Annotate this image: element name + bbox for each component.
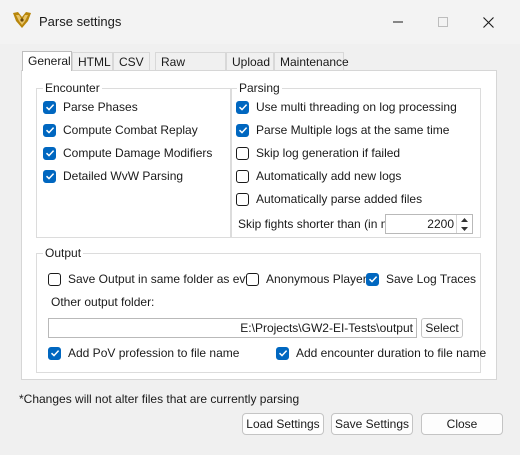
checkbox-checked-icon bbox=[43, 169, 56, 183]
spinner bbox=[456, 215, 472, 233]
minimize-button[interactable] bbox=[375, 0, 421, 44]
checkbox-checked-icon bbox=[43, 100, 56, 114]
maximize-button[interactable] bbox=[420, 0, 466, 44]
save-log-traces-checkbox[interactable]: Save Log Traces bbox=[366, 271, 476, 287]
maximize-icon bbox=[438, 17, 448, 27]
minimize-icon bbox=[393, 21, 403, 23]
skip-fights-value: 2200 bbox=[427, 217, 454, 231]
checkbox-unchecked-icon bbox=[246, 272, 259, 286]
auto-parse-files-label: Automatically parse added files bbox=[256, 192, 423, 206]
compute-damage-modifiers-checkbox[interactable]: Compute Damage Modifiers bbox=[43, 145, 212, 161]
checkbox-unchecked-icon bbox=[236, 192, 249, 206]
checkbox-checked-icon bbox=[43, 123, 56, 137]
tab-csv[interactable]: CSV bbox=[113, 52, 150, 70]
multi-threading-checkbox[interactable]: Use multi threading on log processing bbox=[236, 99, 457, 115]
parse-multiple-logs-label: Parse Multiple logs at the same time bbox=[256, 123, 450, 137]
parsing-group-title: Parsing bbox=[237, 81, 282, 95]
tab-html[interactable]: HTML bbox=[72, 52, 113, 70]
checkbox-checked-icon bbox=[366, 272, 379, 286]
checkbox-checked-icon bbox=[236, 100, 249, 114]
anonymous-players-label: Anonymous Players bbox=[266, 272, 373, 286]
checkbox-unchecked-icon bbox=[236, 169, 249, 183]
checkbox-unchecked-icon bbox=[236, 146, 249, 160]
other-output-folder-label: Other output folder: bbox=[51, 295, 155, 309]
add-pov-profession-label: Add PoV profession to file name bbox=[68, 346, 240, 360]
auto-add-logs-checkbox[interactable]: Automatically add new logs bbox=[236, 168, 401, 184]
save-settings-button[interactable]: Save Settings bbox=[331, 413, 413, 435]
checkbox-checked-icon bbox=[276, 346, 289, 360]
close-icon bbox=[482, 16, 494, 28]
skip-fights-label: Skip fights shorter than (in ms): bbox=[238, 217, 405, 231]
triangle-down-icon bbox=[461, 226, 468, 231]
detailed-wvw-parsing-label: Detailed WvW Parsing bbox=[63, 169, 184, 183]
skip-fights-duration-input[interactable]: 2200 bbox=[385, 214, 473, 234]
save-same-folder-label: Save Output in same folder as evtc bbox=[68, 272, 255, 286]
select-folder-button[interactable]: Select bbox=[421, 318, 463, 338]
checkbox-checked-icon bbox=[43, 146, 56, 160]
load-settings-button[interactable]: Load Settings bbox=[242, 413, 324, 435]
checkbox-unchecked-icon bbox=[48, 272, 61, 286]
close-window-button[interactable] bbox=[465, 0, 511, 44]
window-title: Parse settings bbox=[39, 14, 122, 29]
encounter-group-title: Encounter bbox=[43, 81, 102, 95]
title-bar: Parse settings bbox=[0, 0, 520, 44]
tab-upload[interactable]: Upload bbox=[226, 52, 274, 70]
close-button[interactable]: Close bbox=[421, 413, 503, 435]
skip-log-generation-label: Skip log generation if failed bbox=[256, 146, 401, 160]
auto-parse-files-checkbox[interactable]: Automatically parse added files bbox=[236, 191, 422, 207]
tab-general[interactable]: General bbox=[22, 51, 72, 71]
spinner-up-button[interactable] bbox=[457, 215, 472, 224]
checkbox-checked-icon bbox=[48, 346, 61, 360]
output-group-title: Output bbox=[43, 246, 84, 260]
compute-combat-replay-checkbox[interactable]: Compute Combat Replay bbox=[43, 122, 198, 138]
compute-damage-modifiers-label: Compute Damage Modifiers bbox=[63, 146, 213, 160]
parse-phases-label: Parse Phases bbox=[63, 100, 138, 114]
parse-phases-checkbox[interactable]: Parse Phases bbox=[43, 99, 138, 115]
auto-add-logs-label: Automatically add new logs bbox=[256, 169, 402, 183]
anonymous-players-checkbox[interactable]: Anonymous Players bbox=[246, 271, 373, 287]
detailed-wvw-parsing-checkbox[interactable]: Detailed WvW Parsing bbox=[43, 168, 183, 184]
skip-log-generation-checkbox[interactable]: Skip log generation if failed bbox=[236, 145, 400, 161]
add-encounter-duration-label: Add encounter duration to file name bbox=[296, 346, 487, 360]
add-encounter-duration-checkbox[interactable]: Add encounter duration to file name bbox=[276, 345, 486, 361]
app-icon bbox=[13, 12, 31, 28]
spinner-down-button[interactable] bbox=[457, 224, 472, 233]
triangle-up-icon bbox=[461, 217, 468, 222]
parse-multiple-logs-checkbox[interactable]: Parse Multiple logs at the same time bbox=[236, 122, 449, 138]
tab-raw-formats[interactable]: Raw formats bbox=[155, 52, 226, 87]
output-folder-input[interactable]: E:\Projects\GW2-EI-Tests\output bbox=[48, 318, 417, 338]
checkbox-checked-icon bbox=[236, 123, 249, 137]
save-same-folder-checkbox[interactable]: Save Output in same folder as evtc bbox=[48, 271, 255, 287]
save-log-traces-label: Save Log Traces bbox=[386, 272, 477, 286]
add-pov-profession-checkbox[interactable]: Add PoV profession to file name bbox=[48, 345, 239, 361]
multi-threading-label: Use multi threading on log processing bbox=[256, 100, 457, 114]
changes-note: *Changes will not alter files that are c… bbox=[19, 392, 300, 406]
compute-combat-replay-label: Compute Combat Replay bbox=[63, 123, 198, 137]
parse-settings-window: Parse settings General HTML CSV Raw form… bbox=[0, 0, 520, 455]
tab-maintenance[interactable]: Maintenance bbox=[274, 52, 349, 70]
